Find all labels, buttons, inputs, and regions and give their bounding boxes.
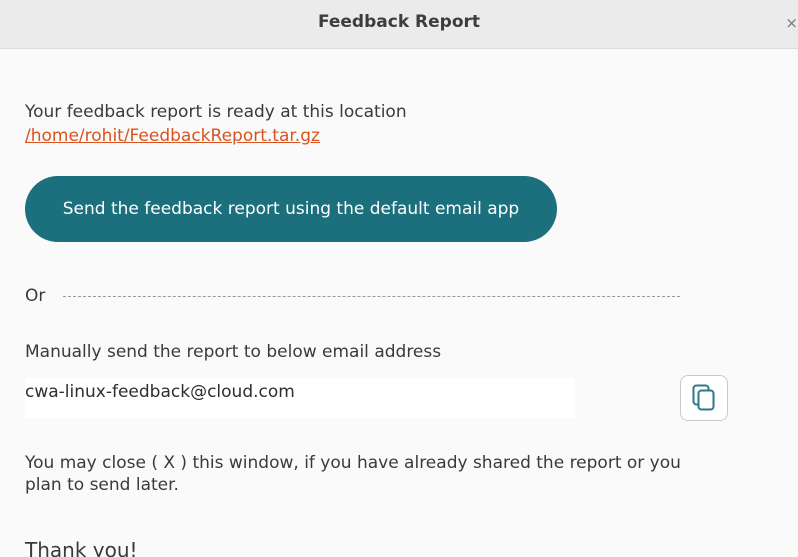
email-address-field[interactable]: cwa-linux-feedback@cloud.com [25,378,575,418]
report-ready-text: Your feedback report is ready at this lo… [25,102,407,122]
feedback-report-window: Feedback Report × Your feedback report i… [0,0,798,557]
or-label: Or [25,286,46,306]
manual-send-instruction: Manually send the report to below email … [25,342,442,362]
or-divider-line [63,296,680,297]
close-window-note: You may close ( X ) this window, if you … [25,453,681,495]
copy-email-button[interactable] [680,375,728,421]
thank-you-text: Thank you! [25,538,138,557]
copy-icon [692,384,715,411]
dialog-content: Your feedback report is ready at this lo… [25,0,798,557]
report-path-link[interactable]: /home/rohit/FeedbackReport.tar.gz [25,126,320,146]
send-email-button[interactable]: Send the feedback report using the defau… [25,176,557,242]
email-address-text[interactable]: cwa-linux-feedback@cloud.com [25,380,295,404]
